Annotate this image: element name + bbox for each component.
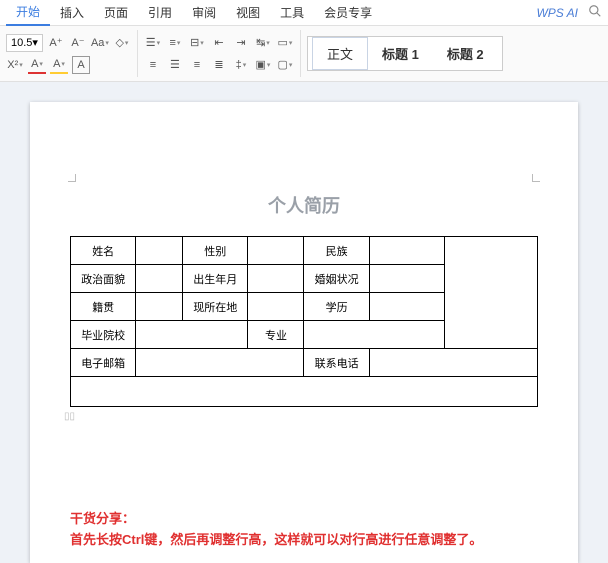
cell-marriage-label[interactable]: 婚姻状况 (304, 265, 369, 293)
cell-birth-label[interactable]: 出生年月 (183, 265, 248, 293)
cell-major-label[interactable]: 专业 (248, 321, 304, 349)
style-normal[interactable]: 正文 (312, 37, 368, 70)
align-center-button[interactable]: ☰ (166, 56, 184, 74)
cell-hometown-value[interactable] (136, 293, 183, 321)
indent-left-button[interactable]: ⇤ (210, 34, 228, 52)
align-justify-button[interactable]: ≣ (210, 56, 228, 74)
line-spacing-button[interactable]: ‡▾ (232, 56, 250, 74)
menu-tab-page[interactable]: 页面 (94, 0, 138, 25)
cell-school-label[interactable]: 毕业院校 (71, 321, 136, 349)
cell-location-value[interactable] (248, 293, 304, 321)
margin-guide-icon (532, 174, 540, 182)
multilevel-list-button[interactable]: ⊟▾ (188, 34, 206, 52)
menu-tab-insert[interactable]: 插入 (50, 0, 94, 25)
cell-hometown-label[interactable]: 籍贯 (71, 293, 136, 321)
cell-ethnicity-label[interactable]: 民族 (304, 237, 369, 265)
table-row: 电子邮箱 联系电话 (71, 349, 538, 377)
cell-major-value[interactable] (304, 321, 444, 349)
menu-tab-view[interactable]: 视图 (226, 0, 270, 25)
menu-tab-start[interactable]: 开始 (6, 0, 50, 26)
ribbon-toolbar: 10.5▾ A⁺ A⁻ Aa▾ ◇▾ X²▾ A▾ A▾ A ☰▾ ≡▾ ⊟▾ … (0, 26, 608, 82)
menu-tab-member[interactable]: 会员专享 (314, 0, 382, 25)
align-right-button[interactable]: ≡ (188, 56, 206, 74)
clear-format-button[interactable]: ◇▾ (113, 34, 131, 52)
shading-button[interactable]: ▣▾ (254, 56, 272, 74)
menu-tab-review[interactable]: 审阅 (182, 0, 226, 25)
cell-politics-value[interactable] (136, 265, 183, 293)
number-list-button[interactable]: ≡▾ (166, 34, 184, 52)
tip-body: 首先长按Ctrl键，然后再调整行高，这样就可以对行高进行任意调整了。 (70, 530, 538, 551)
change-case-button[interactable]: Aa▾ (91, 34, 109, 52)
sort-button[interactable]: ▭▾ (276, 34, 294, 52)
cell-marriage-value[interactable] (369, 265, 444, 293)
phonetic-button[interactable]: A (72, 56, 90, 74)
cell-email-value[interactable] (136, 349, 304, 377)
style-heading1[interactable]: 标题 1 (368, 38, 433, 69)
cell-school-value[interactable] (136, 321, 248, 349)
cell-location-label[interactable]: 现所在地 (183, 293, 248, 321)
tip-text: 干货分享： 首先长按Ctrl键，然后再调整行高，这样就可以对行高进行任意调整了。 (70, 509, 538, 551)
page[interactable]: 个人简历 姓名 性别 民族 政治面貌 出生年月 婚姻状况 籍贯 (30, 102, 578, 563)
menu-tab-tools[interactable]: 工具 (270, 0, 314, 25)
cell-phone-value[interactable] (369, 349, 537, 377)
menu-bar: 开始 插入 页面 引用 审阅 视图 工具 会员专享 WPS AI (0, 0, 608, 26)
wps-ai-button[interactable]: WPS AI (536, 6, 578, 20)
align-left-button[interactable]: ≡ (144, 56, 162, 74)
grow-font-button[interactable]: A⁺ (47, 34, 65, 52)
cell-name-value[interactable] (136, 237, 183, 265)
font-color-button[interactable]: A▾ (28, 56, 46, 74)
document-workspace: 个人简历 姓名 性别 民族 政治面貌 出生年月 婚姻状况 籍贯 (0, 82, 608, 563)
cell-ethnicity-value[interactable] (369, 237, 444, 265)
resume-table[interactable]: 姓名 性别 民族 政治面貌 出生年月 婚姻状况 籍贯 现所在地 (70, 236, 538, 407)
shrink-font-button[interactable]: A⁻ (69, 34, 87, 52)
superscript-button[interactable]: X²▾ (6, 56, 24, 74)
cell-phone-label[interactable]: 联系电话 (304, 349, 369, 377)
cell-empty-row[interactable] (71, 377, 538, 407)
cell-gender-label[interactable]: 性别 (183, 237, 248, 265)
tip-title: 干货分享： (70, 509, 538, 530)
borders-button[interactable]: ▢▾ (276, 56, 294, 74)
table-row: 姓名 性别 民族 (71, 237, 538, 265)
cell-photo[interactable] (444, 237, 537, 349)
cell-education-label[interactable]: 学历 (304, 293, 369, 321)
indent-right-button[interactable]: ⇥ (232, 34, 250, 52)
table-handle-icon[interactable]: ▯▯ (64, 411, 538, 422)
font-size-select[interactable]: 10.5▾ (6, 34, 43, 52)
document-title[interactable]: 个人简历 (70, 192, 538, 218)
cell-email-label[interactable]: 电子邮箱 (71, 349, 136, 377)
cell-gender-value[interactable] (248, 237, 304, 265)
cell-politics-label[interactable]: 政治面貌 (71, 265, 136, 293)
font-group: 10.5▾ A⁺ A⁻ Aa▾ ◇▾ X²▾ A▾ A▾ A (6, 30, 138, 77)
table-row (71, 377, 538, 407)
search-icon[interactable] (588, 4, 602, 21)
margin-guide-icon (68, 174, 76, 182)
style-gallery: 正文 标题 1 标题 2 (307, 36, 503, 71)
cell-birth-value[interactable] (248, 265, 304, 293)
highlight-button[interactable]: A▾ (50, 56, 68, 74)
tab-settings-button[interactable]: ↹▾ (254, 34, 272, 52)
bullet-list-button[interactable]: ☰▾ (144, 34, 162, 52)
cell-education-value[interactable] (369, 293, 444, 321)
paragraph-group: ☰▾ ≡▾ ⊟▾ ⇤ ⇥ ↹▾ ▭▾ ≡ ☰ ≡ ≣ ‡▾ ▣▾ ▢▾ (144, 30, 301, 77)
menu-tab-reference[interactable]: 引用 (138, 0, 182, 25)
style-heading2[interactable]: 标题 2 (433, 38, 498, 69)
cell-name-label[interactable]: 姓名 (71, 237, 136, 265)
